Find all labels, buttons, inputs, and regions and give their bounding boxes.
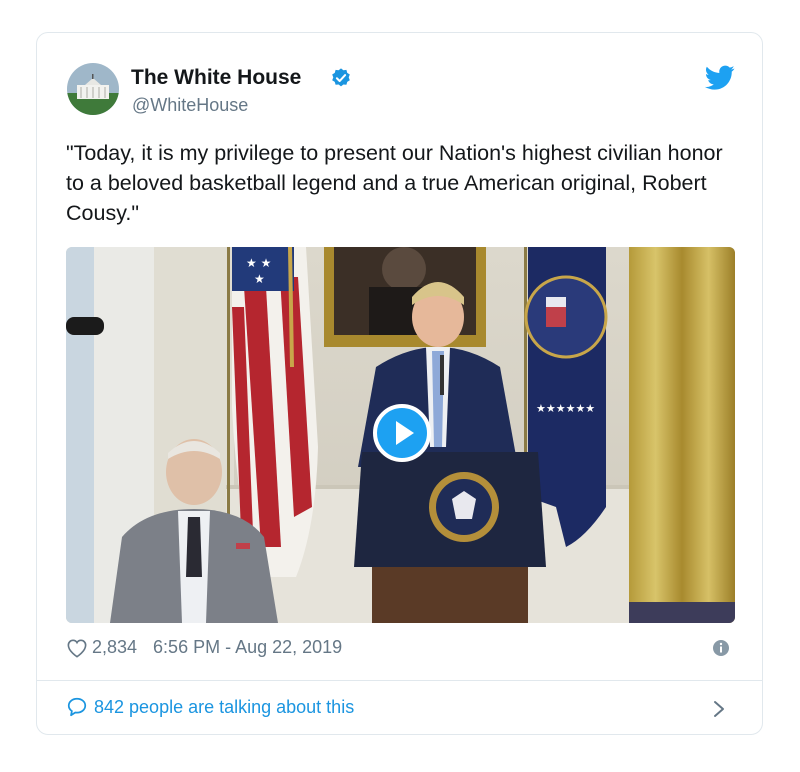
video-player[interactable]: ★ ★ ★ ★★★★★★	[66, 247, 735, 623]
conversation-label[interactable]: 842 people are talking about this	[94, 697, 354, 718]
tweet-card[interactable]: The White House @WhiteHouse "Today, it i…	[36, 32, 763, 735]
play-icon[interactable]	[373, 404, 431, 462]
tweet-text: "Today, it is my privilege to present ou…	[66, 141, 723, 225]
white-house-avatar[interactable]	[67, 63, 119, 115]
conversation-link[interactable]: 842 people are talking about this	[66, 696, 354, 718]
info-icon[interactable]	[712, 639, 730, 657]
chevron-right-icon[interactable]	[712, 699, 726, 719]
like-count[interactable]: 2,834	[92, 637, 137, 658]
divider	[37, 680, 762, 681]
tweet-stats: 2,834 6:56 PM - Aug 22, 2019	[66, 637, 342, 658]
verified-badge-icon	[332, 68, 350, 87]
twitter-bird-icon[interactable]	[705, 65, 735, 91]
account-name[interactable]: The White House	[131, 66, 301, 90]
svg-text:★: ★	[254, 272, 265, 286]
tweet-timestamp[interactable]: 6:56 PM - Aug 22, 2019	[153, 637, 342, 658]
svg-text:★★★★★★: ★★★★★★	[536, 402, 595, 415]
speech-bubble-icon	[67, 697, 87, 717]
heart-icon[interactable]	[66, 638, 88, 658]
account-handle[interactable]: @WhiteHouse	[132, 95, 248, 116]
svg-text:★ ★: ★ ★	[246, 256, 271, 270]
